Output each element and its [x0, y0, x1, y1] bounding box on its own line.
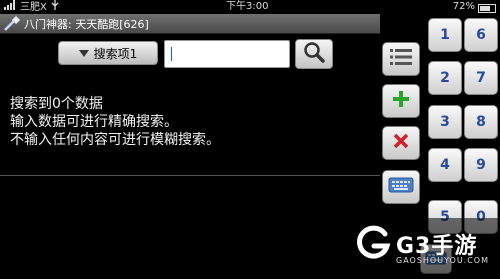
wand-icon	[0, 14, 24, 34]
add-button[interactable]	[382, 84, 420, 118]
search-button[interactable]	[295, 39, 333, 69]
divider	[0, 175, 380, 176]
search-type-dropdown[interactable]: 搜索项1	[58, 41, 158, 65]
battery-percent: 72%	[452, 1, 475, 12]
key-9[interactable]: 9	[464, 148, 498, 182]
result-count: 搜索到0个数据	[10, 96, 103, 112]
watermark-domain: GAOSHOUYOU.COM	[396, 256, 490, 265]
watermark: G3手游 GAOSHOUYOU.COM	[348, 218, 500, 279]
carrier-label: 三肥X	[20, 1, 47, 13]
text-caret	[171, 47, 172, 61]
hint-exact: 输入数据可进行精确搜索。	[10, 114, 178, 130]
clear-button[interactable]	[382, 126, 420, 160]
battery-icon	[478, 3, 496, 13]
key-1[interactable]: 1	[428, 18, 462, 52]
key-6[interactable]: 6	[464, 18, 498, 52]
usb-icon	[51, 0, 59, 15]
key-8[interactable]: 8	[464, 105, 498, 139]
brand-logo-icon	[354, 224, 392, 262]
key-2[interactable]: 2	[428, 61, 462, 95]
key-3[interactable]: 3	[428, 105, 462, 139]
plus-icon	[391, 89, 411, 113]
triangle-down-icon	[78, 49, 89, 57]
status-bar: 三肥X 下午3:00 72%	[0, 0, 500, 14]
list-icon	[389, 47, 413, 71]
magnifier-icon	[302, 40, 326, 68]
hint-fuzzy: 不输入任何内容可进行模糊搜索。	[10, 132, 220, 148]
key-7[interactable]: 7	[464, 61, 498, 95]
search-input[interactable]	[164, 40, 290, 68]
search-type-label: 搜索项1	[93, 46, 138, 61]
app-titlebar: 八门神器: 天天酷跑[626]	[0, 14, 380, 34]
list-button[interactable]	[382, 42, 420, 76]
close-icon	[392, 132, 410, 154]
keyboard-icon	[388, 177, 414, 197]
status-time: 下午3:00	[226, 1, 269, 12]
keyboard-button[interactable]	[382, 170, 420, 204]
search-result-text: 搜索到0个数据 输入数据可进行精确搜索。 不输入任何内容可进行模糊搜索。	[10, 95, 220, 149]
search-row: 搜索项1	[0, 36, 380, 72]
app-title: 八门神器: 天天酷跑[626]	[24, 17, 149, 31]
key-4[interactable]: 4	[428, 148, 462, 182]
